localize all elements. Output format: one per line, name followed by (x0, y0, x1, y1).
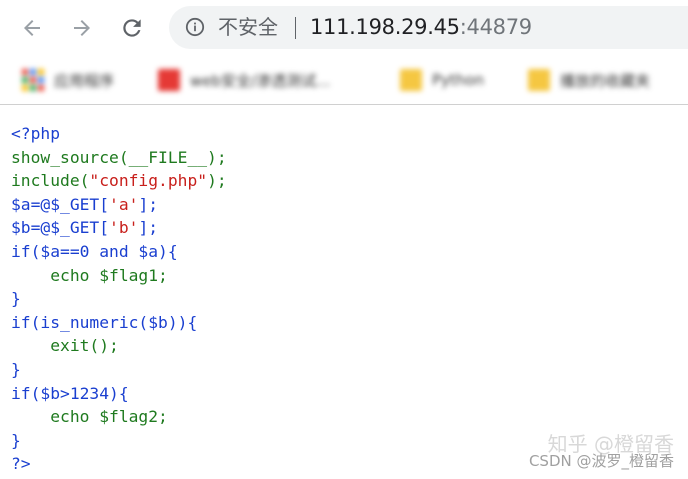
code-line: echo $flag2; (11, 405, 227, 429)
code-token: <?php (11, 124, 61, 143)
folder-icon (528, 69, 550, 91)
reload-button[interactable] (117, 13, 147, 43)
code-token: if($a==0 and $a){ (11, 241, 178, 261)
code-line: exit(); (11, 334, 227, 358)
code-token: ); (207, 171, 227, 191)
code-token: } (11, 430, 21, 450)
code-token: $b=@$_GET[ (11, 218, 110, 238)
address-bar[interactable]: 不安全 111.198.29.45:44879 (169, 6, 688, 49)
bookmark-label: 播放的收藏夹 (560, 71, 651, 90)
arrow-left-icon (24, 20, 40, 36)
code-token: 'b' (109, 218, 139, 238)
code-token: "config.php" (89, 171, 208, 191)
code-token: ]; (138, 194, 159, 214)
folder-icon (400, 69, 422, 91)
bookmark-apps[interactable]: 应用程序 (22, 67, 114, 93)
bookmark-label: Python (432, 71, 484, 89)
back-button[interactable] (17, 13, 47, 43)
bookmark-label: 应用程序 (54, 71, 115, 90)
code-line: include("config.php"); (11, 169, 227, 193)
code-token: echo $flag1; (11, 265, 168, 285)
watermark-csdn: CSDN @波罗_橙留香 (528, 452, 674, 470)
code-line: ?> (11, 452, 227, 476)
page-content: <?php show_source(__FILE__); include("conf… (0, 105, 688, 479)
bookmark-label: web安全/渗透测试... (190, 71, 331, 90)
bookmark-folder-python[interactable]: Python (400, 67, 484, 93)
code-token: $a=@$_GET[ (11, 194, 110, 214)
bookmark-web-security[interactable]: web安全/渗透测试... (158, 67, 330, 93)
code-line: <?php (11, 122, 227, 146)
code-line: $b=@$_GET['b']; (11, 216, 227, 240)
reload-icon (123, 19, 141, 37)
url-host: 111.198.29.45 (310, 15, 460, 39)
arrow-right-icon (74, 20, 90, 36)
bookmarks-bar: 应用程序 web安全/渗透测试... Python 播放的收藏夹 (0, 56, 688, 105)
code-token: if(is_numeric($b)){ (11, 312, 198, 332)
info-icon[interactable] (185, 17, 205, 37)
code-token: } (11, 289, 21, 309)
code-token: ]; (138, 218, 159, 238)
code-token: if($b>1234){ (11, 383, 129, 403)
code-token: echo $flag2; (11, 407, 168, 427)
browser-window: 不安全 111.198.29.45:44879 应用程序 web安全/渗透测试.… (0, 0, 688, 479)
code-token: exit(); (11, 336, 119, 356)
code-token: include( (11, 171, 90, 191)
url-separator (295, 17, 296, 39)
php-source-code: <?php show_source(__FILE__); include("conf… (11, 122, 227, 476)
code-line: } (11, 429, 227, 453)
code-line: show_source(__FILE__); (11, 146, 227, 170)
code-line: } (11, 358, 227, 382)
code-line: $a=@$_GET['a']; (11, 193, 227, 217)
bookmark-favicon (158, 69, 180, 91)
code-line: echo $flag1; (11, 264, 227, 288)
code-line: if(is_numeric($b)){ (11, 311, 227, 335)
code-line: if($b>1234){ (11, 382, 227, 406)
bookmark-folder-favorites[interactable]: 播放的收藏夹 (528, 67, 650, 93)
code-line: if($a==0 and $a){ (11, 240, 227, 264)
forward-button[interactable] (67, 13, 97, 43)
code-token: show_source(__FILE__); (11, 147, 227, 167)
code-token: } (11, 359, 21, 379)
browser-toolbar: 不安全 111.198.29.45:44879 (0, 0, 688, 56)
url-text[interactable]: 111.198.29.45:44879 (310, 16, 532, 38)
code-line: } (11, 287, 227, 311)
url-port: :44879 (459, 15, 532, 39)
apps-grid-icon (22, 69, 44, 91)
code-token: ?> (11, 454, 31, 474)
code-token: 'a' (109, 194, 139, 214)
security-status-label[interactable]: 不安全 (218, 16, 278, 38)
